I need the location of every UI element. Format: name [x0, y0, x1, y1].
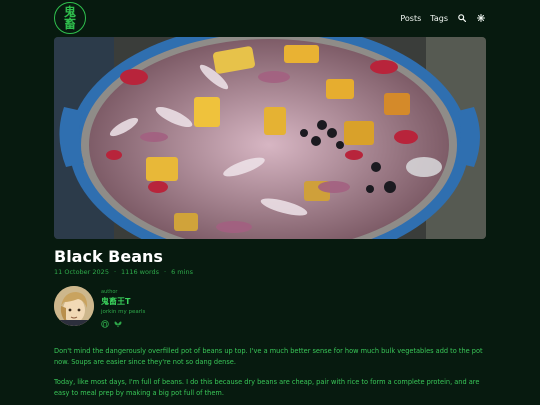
post-date: 11 October 2025: [54, 268, 109, 276]
body-paragraph: Don't mind the dangerously overfilled po…: [54, 347, 483, 366]
post-word-count: 1116 words: [121, 268, 160, 276]
hero-image-beans-pot: [54, 37, 486, 239]
avatar[interactable]: [54, 286, 94, 326]
post-read-time: 6 mins: [171, 268, 193, 276]
author-kicker: author: [101, 289, 118, 295]
author-tagline: jorkin my pearls: [101, 309, 146, 315]
search-icon[interactable]: [457, 13, 467, 23]
page: 鬼 畜 Posts Tags Black Beans 11 October 20…: [0, 0, 540, 405]
meta-separator: ·: [113, 268, 117, 276]
author-name[interactable]: 鬼畜王T: [101, 296, 145, 307]
gear-icon[interactable]: [476, 13, 486, 23]
post-title: Black Beans: [54, 247, 163, 266]
author-links: [101, 320, 145, 328]
github-icon[interactable]: [101, 320, 109, 328]
post-meta: 11 October 2025 · 1116 words · 6 mins: [54, 268, 193, 276]
top-nav: Posts Tags: [400, 13, 486, 23]
nav-posts-link[interactable]: Posts: [400, 14, 421, 23]
body-paragraph: Today, like most days, I'm full of beans…: [54, 378, 480, 397]
bluesky-icon[interactable]: [114, 320, 122, 328]
site-logo[interactable]: 鬼 畜: [54, 2, 86, 34]
meta-separator: ·: [164, 268, 167, 276]
author-info: author 鬼畜王T jorkin my pearls: [101, 289, 145, 328]
nav-tags-link[interactable]: Tags: [430, 14, 448, 23]
logo-char-bottom: 畜: [63, 17, 76, 31]
